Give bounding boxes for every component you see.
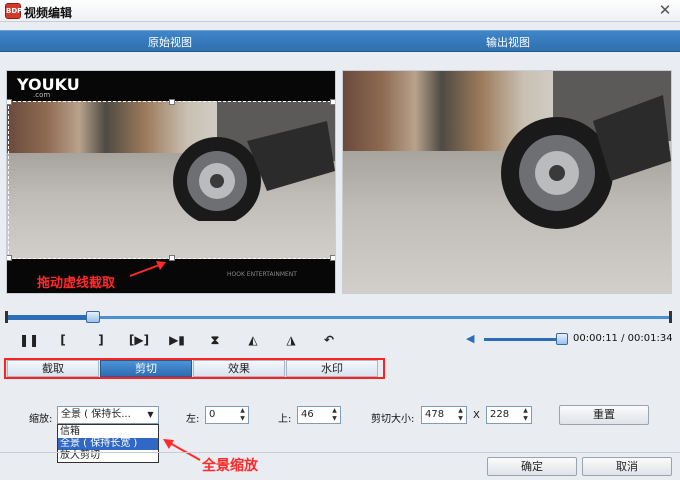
output-view-header: 输出视图	[486, 36, 530, 49]
zoom-select[interactable]: 全景 ( 保持长... ▼	[57, 406, 159, 424]
spinner-arrows-icon[interactable]: ▲ ▼	[520, 407, 531, 423]
crop-handle-bottom-right[interactable]	[330, 255, 335, 261]
output-preview	[342, 70, 672, 294]
crop-width-value[interactable]: 478	[425, 409, 444, 420]
tab-cut[interactable]: 剪切	[100, 360, 192, 377]
app-logo-icon: BDP	[5, 3, 22, 19]
zoom-option-fullscreen-keep-ratio[interactable]: 全景 ( 保持长宽 )	[58, 438, 158, 450]
rotate-right-button[interactable]: ◮	[280, 330, 302, 350]
drag-hint-annotation: 拖动虚线截取	[37, 276, 116, 291]
original-preview[interactable]: YOUKU .com HOOK ENTERTAINMENT	[6, 70, 336, 294]
fit-hint-arrow-icon	[163, 439, 201, 461]
timeline-played	[6, 315, 93, 320]
left-value[interactable]: 0	[209, 409, 215, 420]
chevron-down-icon[interactable]: ▼	[143, 407, 158, 423]
mark-out-button[interactable]: ]	[90, 330, 112, 350]
volume-icon[interactable]: ◀	[466, 333, 478, 345]
crop-handle-bottom-left[interactable]	[7, 255, 12, 261]
window-title: 视频编辑	[24, 6, 73, 20]
bottom-watermark-text: HOOK ENTERTAINMENT	[227, 271, 297, 278]
output-video-frame	[343, 71, 671, 293]
tab-effect[interactable]: 效果	[193, 360, 285, 377]
play-segment-button[interactable]: [▶]	[128, 330, 150, 350]
youku-watermark-sub: .com	[33, 91, 51, 99]
crop-width-spinner[interactable]: 478 ▲ ▼	[421, 406, 467, 424]
timeline-start-marker[interactable]	[5, 311, 8, 323]
crop-size-label: 剪切大小:	[371, 414, 415, 425]
bottom-separator	[0, 452, 680, 453]
crop-height-spinner[interactable]: 228 ▲ ▼	[486, 406, 532, 424]
split-button[interactable]: ⧗	[204, 330, 226, 350]
tab-watermark[interactable]: 水印	[286, 360, 378, 377]
left-spinner[interactable]: 0 ▲ ▼	[205, 406, 249, 424]
undo-button[interactable]: ↶	[318, 330, 340, 350]
drag-hint-arrow-icon	[129, 261, 166, 277]
next-frame-button[interactable]: ▶▮	[166, 330, 188, 350]
crop-x-separator: X	[473, 410, 480, 421]
tab-capture[interactable]: 截取	[7, 360, 99, 377]
zoom-selected-value: 全景 ( 保持长...	[61, 409, 131, 420]
rotate-left-button[interactable]: ◭	[242, 330, 264, 350]
fit-hint-annotation: 全景缩放	[202, 458, 258, 474]
reset-button[interactable]: 重置	[559, 405, 649, 425]
timeline-end-marker[interactable]	[669, 311, 672, 323]
top-value[interactable]: 46	[301, 409, 314, 420]
zoom-label: 缩放:	[29, 414, 53, 425]
top-label: 上:	[278, 414, 292, 425]
motorcycle-wheel-graphic	[501, 71, 671, 229]
ok-button[interactable]: 确定	[487, 457, 577, 476]
timeline-thumb[interactable]	[85, 311, 100, 323]
spinner-arrows-icon[interactable]: ▲ ▼	[237, 407, 248, 423]
crop-height-value[interactable]: 228	[490, 409, 509, 420]
spinner-arrows-icon[interactable]: ▲ ▼	[455, 407, 466, 423]
crop-handle-top-left[interactable]	[7, 99, 12, 105]
volume-thumb[interactable]	[556, 333, 568, 345]
zoom-options-list: 信箱 全景 ( 保持长宽 ) 放大剪切	[57, 424, 159, 463]
top-spinner[interactable]: 46 ▲ ▼	[297, 406, 341, 424]
time-readout: 00:00:11 / 00:01:34	[573, 333, 673, 344]
crop-dashed-box[interactable]	[7, 99, 335, 261]
spinner-arrows-icon[interactable]: ▲ ▼	[329, 407, 340, 423]
original-view-header: 原始视图	[148, 36, 192, 49]
original-video-frame: YOUKU .com HOOK ENTERTAINMENT	[7, 71, 335, 293]
pause-button[interactable]: ❚❚	[18, 330, 40, 350]
left-label: 左:	[186, 414, 200, 425]
crop-handle-top-right[interactable]	[330, 99, 335, 105]
cancel-button[interactable]: 取消	[582, 457, 672, 476]
zoom-option-letterbox[interactable]: 信箱	[58, 426, 158, 438]
crop-handle-top[interactable]	[169, 99, 175, 105]
title-bar	[0, 0, 680, 22]
timeline-track[interactable]	[6, 316, 672, 319]
close-button[interactable]: ✕	[654, 1, 676, 20]
mark-in-button[interactable]: [	[52, 330, 74, 350]
